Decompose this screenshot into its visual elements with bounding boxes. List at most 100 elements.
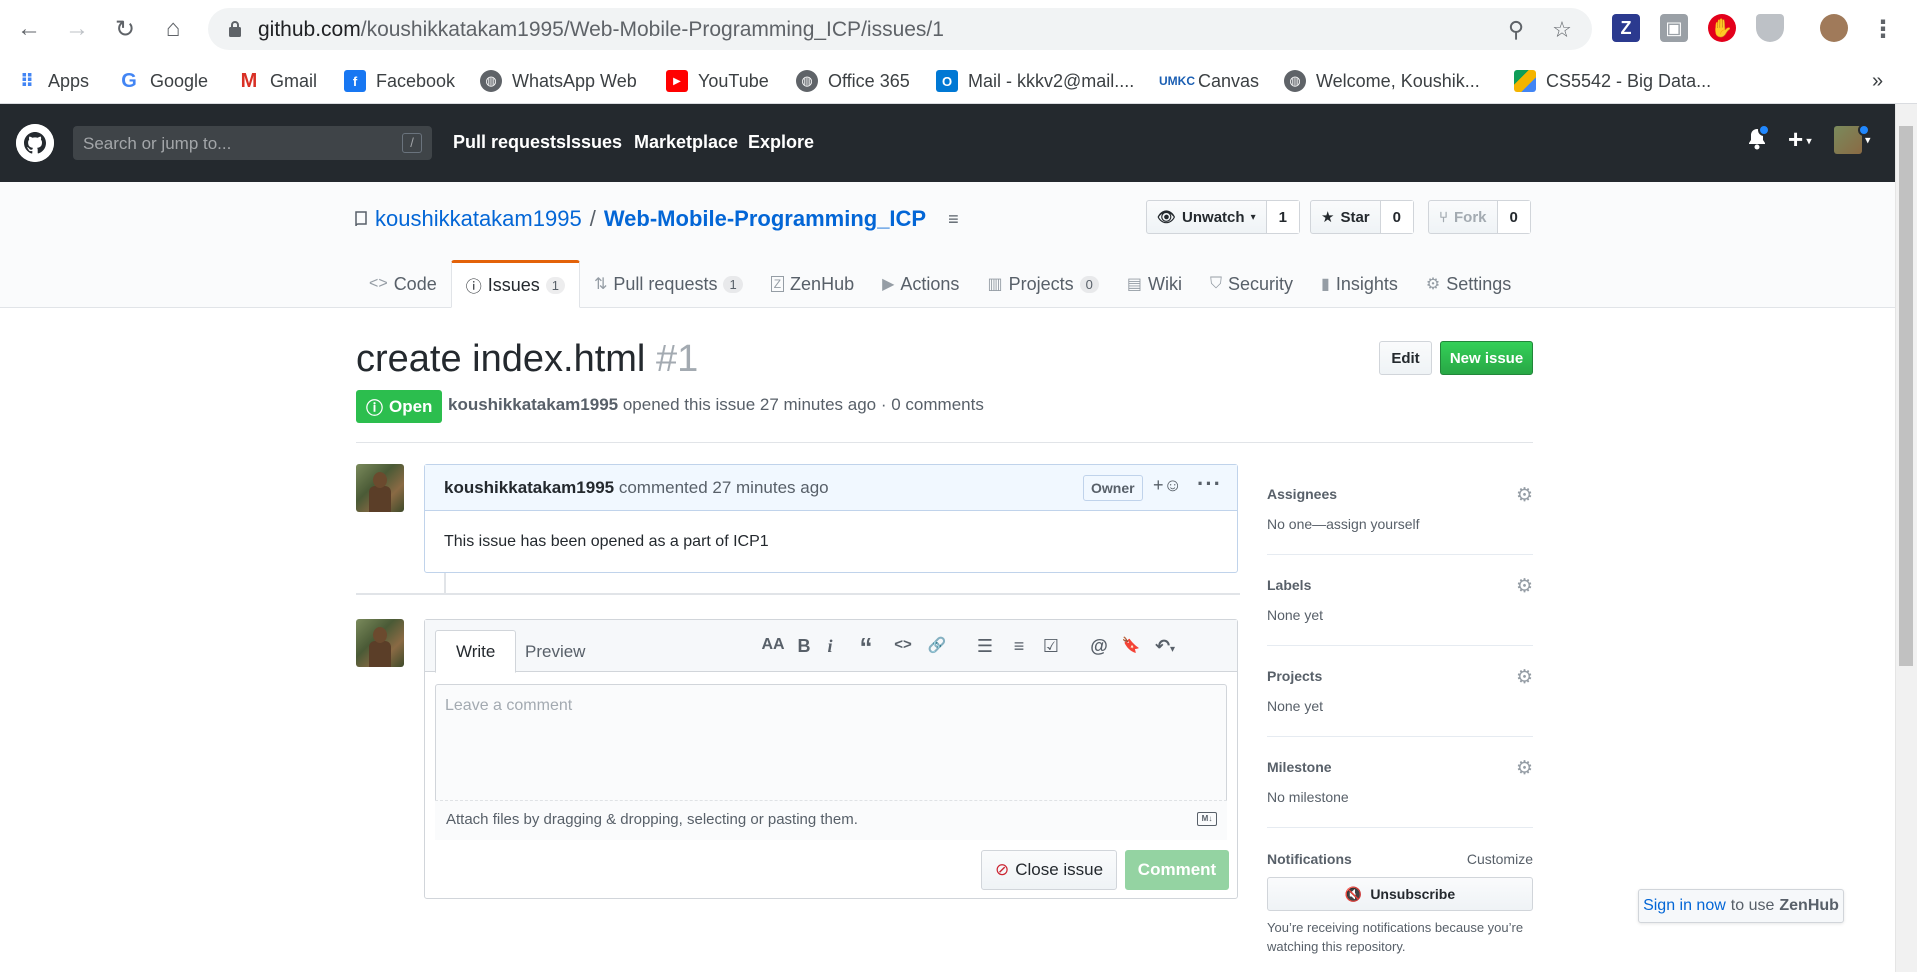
github-search-input[interactable]: Search or jump to... / — [73, 126, 432, 160]
z-extension-icon[interactable]: Z — [1612, 14, 1640, 42]
bookmark-whatsapp[interactable]: ◍ WhatsApp Web — [480, 66, 637, 96]
sidebar-heading[interactable]: Assignees — [1267, 486, 1533, 502]
bookmark-youtube[interactable]: ▶ YouTube — [666, 66, 769, 96]
sidebar-heading[interactable]: Labels — [1267, 577, 1533, 593]
tab-security[interactable]: ⛉ Security — [1196, 260, 1307, 308]
link-icon[interactable]: 🔗 — [925, 636, 949, 654]
attach-files-area[interactable]: Attach files by dragging & dropping, sel… — [435, 800, 1227, 840]
quote-icon[interactable]: “ — [854, 632, 878, 663]
tab-issues[interactable]: ⓘ Issues 1 — [450, 260, 580, 308]
bookmark-star-icon[interactable]: ☆ — [1550, 18, 1574, 42]
bookmark-outlook-mail[interactable]: O Mail - kkkv2@mail.... — [936, 66, 1134, 96]
gear-icon[interactable]: ⚙ — [1516, 575, 1533, 598]
tab-zenhub[interactable]: Z ZenHub — [757, 260, 868, 308]
fork-button[interactable]: ⑂ Fork 0 — [1428, 200, 1531, 234]
reload-icon[interactable]: ↻ — [110, 14, 140, 44]
editor-tabs: Write Preview AA B i “ <> 🔗 ☰ ≡ ☑ @ 🔖 ↶▾ — [425, 620, 1237, 673]
tab-code[interactable]: <> Code — [355, 260, 451, 308]
plus-icon[interactable]: + ▾ — [1788, 124, 1812, 155]
zoom-icon[interactable]: ⚲ — [1504, 18, 1528, 42]
comment-button[interactable]: Comment — [1125, 850, 1229, 890]
gear-icon[interactable]: ⚙ — [1516, 666, 1533, 689]
issue-author-link[interactable]: koushikkatakam1995 — [448, 395, 618, 414]
bookmark-reference-icon[interactable]: 🔖 — [1119, 636, 1143, 654]
numbered-list-icon[interactable]: ≡ — [1007, 636, 1031, 657]
bookmark-google[interactable]: G Google — [118, 66, 208, 96]
markdown-icon[interactable]: M↓ — [1197, 812, 1217, 826]
scrollbar-thumb[interactable] — [1899, 126, 1913, 666]
zenhub-sign-in-link[interactable]: Sign in now — [1643, 897, 1726, 915]
globe-icon: ◍ — [1284, 70, 1306, 92]
more-options-icon[interactable]: ··· — [1197, 471, 1222, 497]
task-list-icon[interactable]: ☑ — [1039, 636, 1063, 657]
bookmark-office365[interactable]: ◍ Office 365 — [796, 66, 910, 96]
watch-count[interactable]: 1 — [1265, 201, 1299, 233]
fork-count[interactable]: 0 — [1496, 201, 1530, 233]
tab-preview[interactable]: Preview — [505, 630, 605, 673]
adblock-extension-icon[interactable]: ✋ — [1708, 14, 1736, 42]
bookmark-cs5542[interactable]: CS5542 - Big Data... — [1514, 66, 1711, 96]
add-reaction-icon[interactable]: +☺ — [1153, 475, 1182, 496]
star-count[interactable]: 0 — [1379, 201, 1413, 233]
new-issue-button[interactable]: New issue — [1440, 341, 1533, 375]
bulleted-list-icon[interactable]: ☰ — [973, 636, 997, 657]
tab-settings[interactable]: ⚙ Settings — [1412, 260, 1525, 308]
profile-extension-icon[interactable]: ▣ — [1660, 14, 1688, 42]
gear-icon[interactable]: ⚙ — [1516, 757, 1533, 780]
youtube-icon: ▶ — [666, 70, 688, 92]
repo-owner-link[interactable]: koushikkatakam1995 — [375, 206, 582, 232]
search-shortcut-hint: / — [402, 133, 422, 153]
italic-icon[interactable]: i — [818, 636, 842, 657]
repo-name-link[interactable]: Web-Mobile-Programming_ICP — [604, 206, 926, 232]
text-size-icon[interactable]: AA — [761, 636, 785, 654]
chrome-menu-icon[interactable]: ⋮ — [1868, 14, 1898, 44]
unsubscribe-button[interactable]: 🔇 Unsubscribe — [1267, 877, 1533, 911]
bookmark-gmail[interactable]: M Gmail — [238, 66, 317, 96]
home-icon[interactable]: ⌂ — [158, 14, 188, 44]
gear-icon[interactable]: ⚙ — [1516, 484, 1533, 507]
comment-timestamp[interactable]: commented 27 minutes ago — [619, 478, 829, 497]
nav-explore[interactable]: Explore — [748, 132, 814, 153]
repo-description-icon[interactable]: ≡ — [948, 209, 959, 230]
url-text: github.com/koushikkatakam1995/Web-Mobile… — [258, 18, 944, 41]
outlook-icon: O — [936, 70, 958, 92]
reply-icon[interactable]: ↶▾ — [1153, 636, 1177, 657]
tab-wiki[interactable]: ▤ Wiki — [1113, 260, 1196, 308]
sidebar-heading[interactable]: Milestone — [1267, 759, 1533, 775]
bookmark-canvas[interactable]: UMKC Canvas — [1159, 66, 1259, 96]
sidebar-value[interactable]: No one—assign yourself — [1267, 516, 1533, 532]
avatar[interactable] — [356, 619, 404, 667]
back-arrow-icon[interactable]: ← — [14, 14, 44, 44]
watch-button[interactable]: 👁 Unwatch ▾ 1 — [1146, 200, 1300, 234]
mention-icon[interactable]: @ — [1087, 636, 1111, 657]
tab-projects[interactable]: ▥ Projects 0 — [973, 260, 1112, 308]
nav-pull-requests[interactable]: Pull requests — [453, 132, 566, 153]
tab-pull-requests[interactable]: ⇅ Pull requests 1 — [580, 260, 757, 308]
star-button[interactable]: ★ Star 0 — [1310, 200, 1414, 234]
address-bar[interactable]: github.com/koushikkatakam1995/Web-Mobile… — [208, 8, 1592, 50]
nav-issues[interactable]: Issues — [566, 132, 622, 153]
nav-marketplace[interactable]: Marketplace — [634, 132, 738, 153]
bookmark-welcome[interactable]: ◍ Welcome, Koushik... — [1284, 66, 1480, 96]
mute-icon: 🔇 — [1344, 885, 1363, 902]
forward-arrow-icon[interactable]: → — [62, 14, 92, 44]
tab-actions[interactable]: ▶ Actions — [868, 260, 973, 308]
close-issue-button[interactable]: ⊘ Close issue — [981, 850, 1117, 890]
customize-link[interactable]: Customize — [1467, 851, 1533, 867]
google-icon: G — [121, 69, 137, 92]
bookmarks-overflow[interactable]: » — [1872, 66, 1883, 96]
profile-avatar[interactable] — [1820, 14, 1848, 42]
edit-button[interactable]: Edit — [1379, 341, 1432, 375]
tab-insights[interactable]: ▮ Insights — [1307, 260, 1412, 308]
bold-icon[interactable]: B — [792, 636, 816, 657]
issue-opened-icon: ⓘ — [366, 399, 383, 418]
sidebar-heading[interactable]: Projects — [1267, 668, 1533, 684]
comment-author-link[interactable]: koushikkatakam1995 — [444, 478, 614, 497]
bookmark-facebook[interactable]: f Facebook — [344, 66, 455, 96]
bookmark-apps[interactable]: ⠿ Apps — [16, 66, 89, 96]
code-icon[interactable]: <> — [891, 636, 915, 653]
shield-extension-icon[interactable] — [1756, 14, 1784, 42]
repo-separator: / — [589, 206, 596, 231]
avatar[interactable] — [356, 464, 404, 512]
github-logo-icon[interactable] — [16, 124, 54, 162]
